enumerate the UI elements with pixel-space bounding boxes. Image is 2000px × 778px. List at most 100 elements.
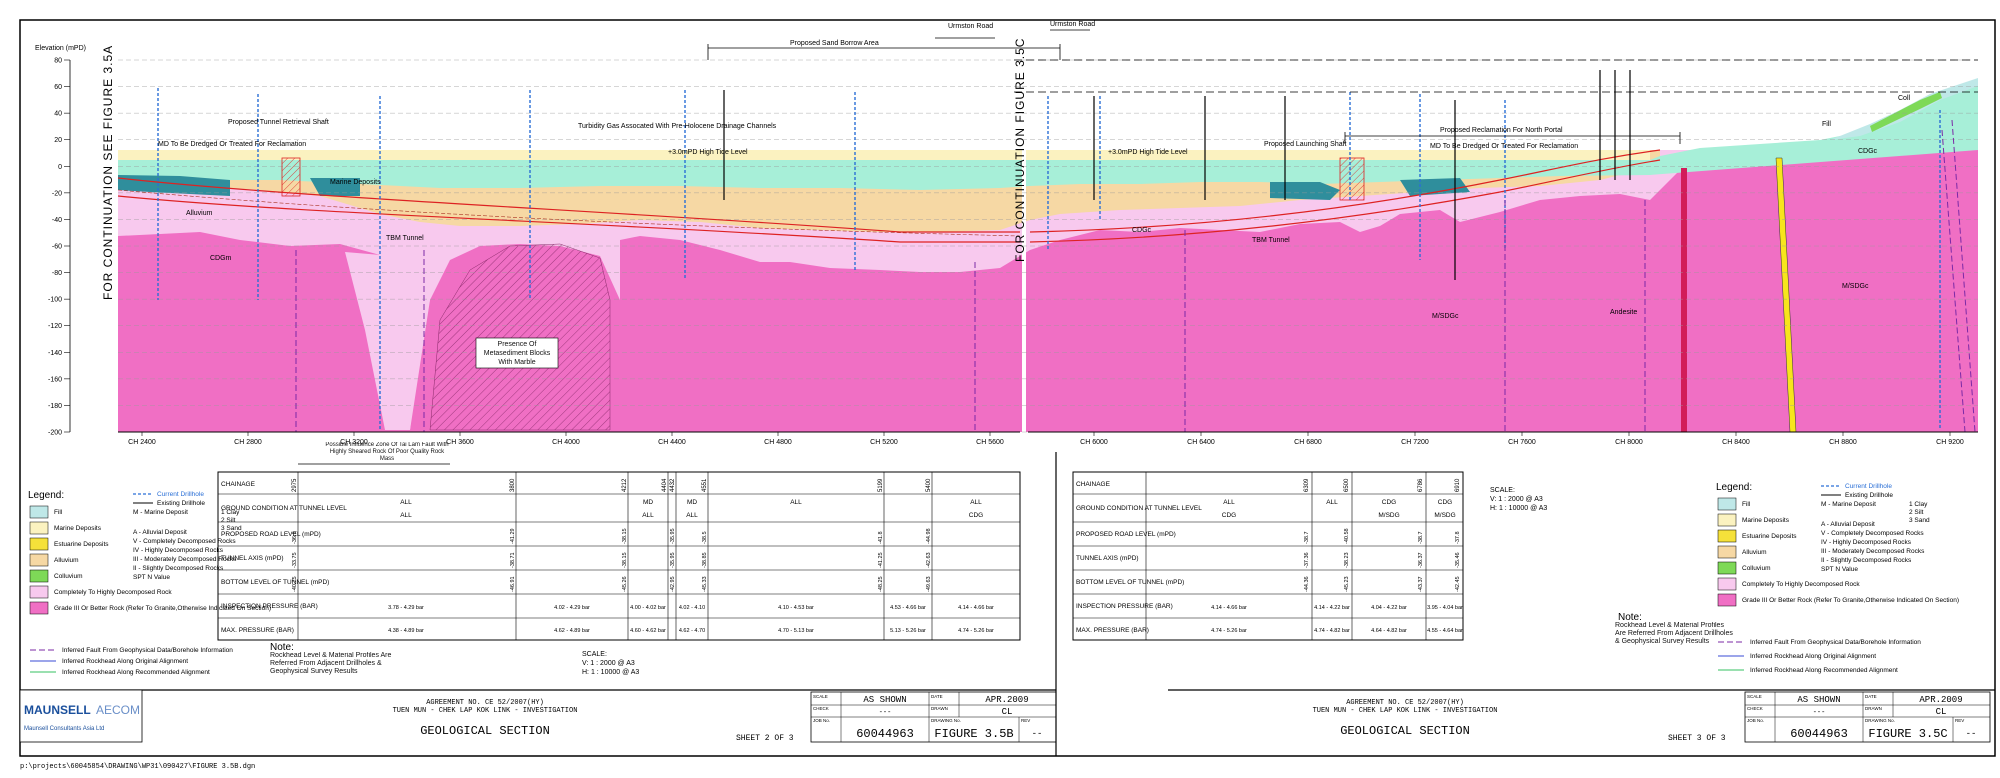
andesite-label: Andesite xyxy=(1610,309,1637,316)
legend-code: M - Marine Deposit xyxy=(133,509,188,516)
titleblock-value: AS SHOWN xyxy=(863,695,906,705)
y-tick-label: -180 xyxy=(48,403,62,410)
level-cell: -40.58 xyxy=(1344,528,1350,544)
ground-cell: CDG xyxy=(1382,499,1396,506)
chainage-label: CH 6400 xyxy=(1187,439,1215,446)
legend-line-label: Inferred Rockhead Along Recommended Alig… xyxy=(62,669,210,676)
legend-label: Estuarine Deposits xyxy=(54,541,109,548)
legend-code: V - Completely Decomposed Rocks xyxy=(133,538,236,545)
legend-code: III - Moderately Decomposed Rocks xyxy=(133,556,237,563)
titleblock-value: AS SHOWN xyxy=(1797,695,1840,705)
titleblock-label: DRAWING No. xyxy=(931,718,961,723)
fill-label: Fill xyxy=(1822,121,1831,128)
chainage-label: CH 5600 xyxy=(976,439,1004,446)
ground-cell: ALL xyxy=(400,512,412,519)
pressure-cell: 5.13 - 5.26 bar xyxy=(890,628,926,634)
legend-swatch xyxy=(1717,545,1737,559)
pressure-cell: 4.55 - 4.64 bar xyxy=(1427,628,1463,634)
legend-line-label: Inferred Rockhead Along Original Alignme… xyxy=(62,658,188,665)
legend-label: Alluvium xyxy=(54,557,79,564)
tunnel-retrieval-label: Proposed Tunnel Retrieval Shaft xyxy=(228,119,329,126)
scale-h-left: H: 1 : 10000 @ A3 xyxy=(582,669,639,676)
chainage-label: CH 6000 xyxy=(1080,439,1108,446)
chainage-cell: 5400 xyxy=(926,478,932,492)
chainage-label: CH 4000 xyxy=(552,439,580,446)
legend-label: Colluvium xyxy=(1742,565,1771,572)
level-cell: -38.15 xyxy=(622,528,628,544)
inspection-cell: 4.00 - 4.02 bar xyxy=(630,605,666,611)
titleblock-label: DATE xyxy=(931,694,943,699)
level-cell: -42.63 xyxy=(926,552,932,568)
legend-line-label: Inferred Rockhead Along Recommended Alig… xyxy=(1750,667,1898,674)
titleblock-label: SCALE xyxy=(813,694,828,699)
table-row-label: MAX. PRESSURE (BAR) xyxy=(1076,627,1149,634)
inspection-cell: 4.14 - 4.22 bar xyxy=(1314,605,1350,611)
file-path: p:\projects\60045854\DRAWING\WP31\090427… xyxy=(20,763,255,771)
chainage-cell: 2975 xyxy=(292,478,298,492)
company-sub: Maunsell Consultants Asia Ltd xyxy=(24,726,104,732)
ground-cell: CDG xyxy=(969,512,983,519)
chainage-cell: 4432 xyxy=(670,478,676,492)
coll-label: Coll xyxy=(1898,95,1911,102)
launching-shaft xyxy=(1339,157,1365,201)
titleblock-value: -- xyxy=(1966,729,1977,739)
titleblock-value: CL xyxy=(1936,707,1947,717)
continuation-mid-text: FOR CONTINUATION FIGURE 3.5C xyxy=(1013,38,1027,262)
sheet-left: SHEET 2 OF 3 xyxy=(736,734,794,743)
project-right: TUEN MUN - CHEK LAP KOK LINK - INVESTIGA… xyxy=(1313,707,1498,715)
chainage-labels-left: CH 2400 CH 2800 CH 3200 CH 3600 CH 4000 CH 44… xyxy=(128,432,1004,446)
legend-code: V - Completely Decomposed Rocks xyxy=(1821,530,1924,537)
tbm-left-label: TBM Tunnel xyxy=(386,235,424,242)
pressure-cell: 4.38 - 4.89 bar xyxy=(388,628,424,634)
y-tick-label: -140 xyxy=(48,350,62,357)
note-text-right-wrap: Rockhead Level & Material Profiles Are R… xyxy=(1615,622,1733,645)
table-row-label: CHAINAGE xyxy=(221,481,256,488)
level-cell: -45.26 xyxy=(622,576,628,592)
influence-zone-label: Possible Influence Zone Of Tai Lam Fault… xyxy=(325,442,449,462)
legend-right: Legend: Fill Marine Deposits Estuarine Depo… xyxy=(1716,482,1959,674)
chainage-label: CH 9200 xyxy=(1936,439,1964,446)
ground-cell: M/SDG xyxy=(1378,512,1399,519)
cdgc-label: CDGc xyxy=(1132,227,1152,234)
aecom-logo: AECOM xyxy=(96,703,140,717)
ground-cell: CDG xyxy=(1438,499,1452,506)
chainage-cell: 4404 xyxy=(662,478,668,492)
ground-cell: ALL xyxy=(686,512,698,519)
table-left-values: 2975 3800 4212 4404 4432 4551 5199 5400 ALL MD MD A… xyxy=(292,478,994,634)
table-row-label: TUNNEL AXIS (mPD) xyxy=(1076,555,1139,562)
legend-code: III - Moderately Decomposed Rocks xyxy=(1821,548,1925,555)
maunsell-logo: MAUNSELL xyxy=(24,703,91,717)
table-right-row-labels: CHAINAGE GROUND CONDITION AT TUNNEL LEVEL… xyxy=(1076,481,1202,634)
legend-label: Estuarine Deposits xyxy=(1742,533,1797,540)
y-tick-label: -160 xyxy=(48,376,62,383)
table-row-label: PROPOSED ROAD LEVEL (mPD) xyxy=(1076,531,1176,538)
y-tick-label: 0 xyxy=(58,164,62,171)
cdgc-right-label: CDGc xyxy=(1858,148,1878,155)
legend-label: Alluvium xyxy=(1742,549,1767,556)
table-row-label: BOTTOM LEVEL OF TUNNEL (mPD) xyxy=(1076,579,1184,586)
titleblock-label: JOB No. xyxy=(813,718,830,723)
titleblock-right-grid: SCALE AS SHOWN DATE APR.2009 CHECK --- DRAWN CL… xyxy=(1744,691,1991,743)
titleblock-value: -- xyxy=(1032,729,1043,739)
level-cell: -49.63 xyxy=(926,576,932,592)
level-cell: -41.25 xyxy=(878,552,884,568)
titleblock-value: APR.2009 xyxy=(1919,695,1962,705)
level-cell: -46.91 xyxy=(510,576,516,592)
y-tick-label: 20 xyxy=(54,137,62,144)
pressure-cell: 4.74 - 4.82 bar xyxy=(1314,628,1350,634)
titleblock-value: 60044963 xyxy=(1790,727,1848,741)
chainage-label: CH 8800 xyxy=(1829,439,1857,446)
legend-subcode: 2 Silt xyxy=(1909,509,1924,516)
level-cell: -38.7 xyxy=(1304,531,1310,544)
pressure-cell: 4.74 - 5.26 bar xyxy=(1211,628,1247,634)
legend-label: Fill xyxy=(54,509,63,516)
drillhole-current-label: Current Drillhole xyxy=(1845,483,1892,490)
legend-swatch xyxy=(1717,497,1737,511)
inspection-cell: 4.02 - 4.29 bar xyxy=(554,605,590,611)
titleblock-value: APR.2009 xyxy=(985,695,1028,705)
titleblock-right-text: AGREEMENT NO. CE 52/2007(HY) TUEN MUN - … xyxy=(1313,699,1726,743)
chainage-cell: 6786 xyxy=(1418,478,1424,492)
titleblock-label: JOB No. xyxy=(1747,718,1764,723)
chainage-label: CH 7600 xyxy=(1508,439,1536,446)
titleblock-value: FIGURE 3.5B xyxy=(934,727,1013,741)
